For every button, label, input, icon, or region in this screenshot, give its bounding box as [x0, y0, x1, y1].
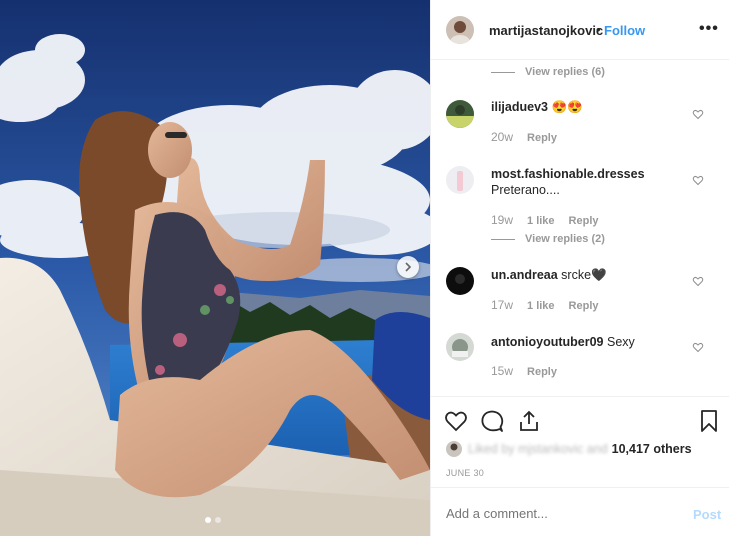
- heart-icon[interactable]: [692, 108, 704, 120]
- bookmark-icon[interactable]: [697, 409, 721, 433]
- comment-time[interactable]: 15w: [491, 364, 513, 378]
- comment-username[interactable]: most.fashionable.dresses: [491, 167, 645, 181]
- comment-text: 😍😍: [551, 100, 583, 114]
- author-avatar[interactable]: [446, 16, 474, 44]
- comment-avatar[interactable]: [446, 166, 474, 194]
- follow-button[interactable]: Follow: [604, 23, 645, 38]
- post-actions: Liked by mjstankovic and 10,417 others J…: [431, 396, 729, 536]
- comment-username[interactable]: ilijaduev3 😍😍: [491, 100, 583, 115]
- comment-username-text: un.andreaa: [491, 268, 558, 282]
- comment-username[interactable]: un.andreaa srcke🖤: [491, 268, 607, 283]
- carousel-dot: [215, 517, 221, 523]
- liked-by-text: Liked by mjstankovic and: [468, 442, 608, 456]
- comment-meta: 19w 1 like Reply: [491, 213, 599, 227]
- photo-image: [0, 0, 430, 536]
- comment-input[interactable]: [446, 506, 666, 521]
- reply-button[interactable]: Reply: [527, 132, 557, 144]
- view-replies-line: [491, 238, 515, 240]
- comment-avatar[interactable]: [446, 333, 474, 361]
- heart-icon[interactable]: [692, 174, 704, 186]
- comment-text: srcke🖤: [561, 268, 607, 282]
- comments-list: View replies (6) ilijaduev3 😍😍 20w Reply…: [431, 60, 729, 396]
- heart-icon[interactable]: [692, 275, 704, 287]
- comment-username-text: ilijaduev3: [491, 100, 548, 114]
- post-sidebar: martijastanojkovic • Follow ••• View rep…: [430, 0, 729, 536]
- view-replies-button[interactable]: View replies (6): [491, 65, 605, 79]
- comment-time[interactable]: 19w: [491, 213, 513, 227]
- view-replies-label: View replies (6): [525, 66, 605, 78]
- post-date[interactable]: JUNE 30: [446, 468, 484, 478]
- comment-username[interactable]: antonioyoutuber09 Sexy: [491, 335, 635, 349]
- comment-bubble-icon[interactable]: [480, 409, 504, 433]
- view-replies-line: [491, 71, 515, 73]
- comment-meta: 20w Reply: [491, 130, 557, 144]
- comment-text: Preterano....: [491, 183, 560, 197]
- comment-avatar[interactable]: [446, 267, 474, 295]
- view-replies-button[interactable]: View replies (2): [491, 232, 605, 246]
- comment-likes[interactable]: 1 like: [527, 215, 555, 227]
- view-replies-label: View replies (2): [525, 233, 605, 245]
- heart-icon[interactable]: [444, 409, 468, 433]
- comment-text: Sexy: [607, 335, 635, 349]
- author-username[interactable]: martijastanojkovic: [489, 23, 603, 38]
- liked-by-avatar[interactable]: [446, 441, 462, 457]
- heart-icon[interactable]: [692, 341, 704, 353]
- comment-meta: 17w 1 like Reply: [491, 298, 599, 312]
- comment-time[interactable]: 17w: [491, 298, 513, 312]
- comment-meta: 15w Reply: [491, 364, 557, 378]
- comment-avatar[interactable]: [446, 100, 474, 128]
- reply-button[interactable]: Reply: [569, 215, 599, 227]
- comment-likes[interactable]: 1 like: [527, 300, 555, 312]
- reply-button[interactable]: Reply: [569, 300, 599, 312]
- next-photo-button[interactable]: [397, 256, 419, 278]
- share-icon[interactable]: [517, 409, 541, 433]
- post-photo[interactable]: [0, 0, 430, 536]
- comment-username-text: antonioyoutuber09: [491, 335, 604, 349]
- post-header: martijastanojkovic • Follow •••: [431, 0, 729, 60]
- header-separator: •: [596, 22, 601, 37]
- comment-time[interactable]: 20w: [491, 130, 513, 144]
- likes-count[interactable]: 10,417 others: [612, 442, 692, 456]
- chevron-right-icon: [405, 262, 412, 272]
- liked-by: Liked by mjstankovic and 10,417 others: [446, 441, 692, 457]
- reply-button[interactable]: Reply: [527, 366, 557, 378]
- carousel-indicator: [205, 517, 221, 523]
- post-comment-button[interactable]: Post: [693, 507, 721, 522]
- add-comment-bar: Post: [431, 487, 729, 537]
- carousel-dot-active: [205, 517, 211, 523]
- more-options-button[interactable]: •••: [699, 20, 719, 38]
